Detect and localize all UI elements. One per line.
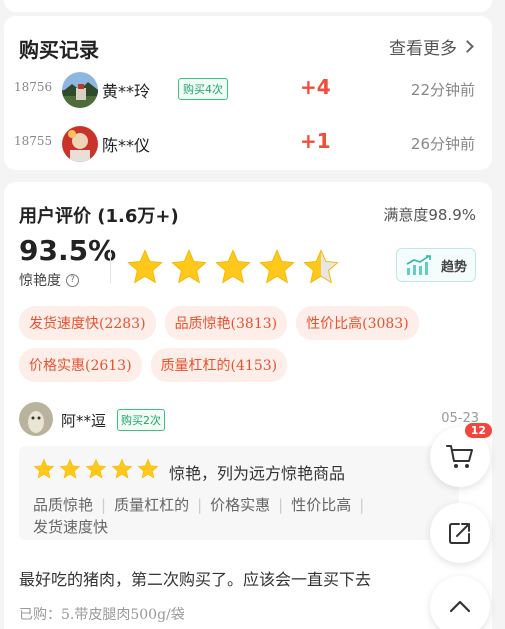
purchased-variant: 已购：5.带皮腿肉500g/袋 <box>19 607 185 623</box>
purchase-number: 18756 <box>14 80 53 94</box>
help-icon[interactable]: ? <box>66 273 79 287</box>
top-card-fragment <box>4 0 492 12</box>
review-text: 最好吃的猪肉，第二次购买了。应该会一直买下去 <box>19 570 372 589</box>
review-tag[interactable]: 品质惊艳(3813) <box>164 306 288 340</box>
review-headline: 惊艳，列为远方惊艳商品 <box>169 464 346 483</box>
user-reviews-card: 用户评价 (1.6万+) 满意度98.9% 93.5% 惊艳度 ? 趋势 发货速… <box>4 182 492 629</box>
purchase-quantity: +4 <box>300 75 331 99</box>
divider <box>110 248 111 284</box>
cart-button[interactable]: 12 <box>430 423 492 487</box>
back-to-top-button[interactable] <box>430 576 490 629</box>
shopping-cart-icon <box>446 445 473 468</box>
star-icon <box>137 458 159 479</box>
review-summary-box: 惊艳，列为远方惊艳商品 品质惊艳 | 质量杠杠的 | 价格实惠 | 性价比高 | 发货速度快 <box>19 446 459 540</box>
star-icon <box>215 249 251 284</box>
star-icon <box>111 458 133 479</box>
trend-label: 趋势 <box>440 259 467 275</box>
purchase-count-badge: 购买2次 <box>117 409 165 431</box>
aspect-item: 发货速度快 <box>33 518 109 536</box>
purchase-count-badge: 购买4次 <box>178 78 228 100</box>
avatar <box>62 126 98 162</box>
amazement-label: 惊艳度 <box>19 273 61 289</box>
chevron-up-icon <box>449 600 471 613</box>
share-icon <box>449 523 470 544</box>
reviewer-row: 阿**逗 购买2次 05-23 <box>19 402 479 438</box>
purchase-row: 18756 黄**玲 购买4次 +4 22分钟前 <box>4 70 492 110</box>
trend-chart-icon <box>406 255 431 275</box>
rating-stars <box>126 248 340 286</box>
view-more-label: 查看更多 <box>389 39 457 59</box>
purchase-quantity: +1 <box>300 129 331 153</box>
purchase-time: 26分钟前 <box>410 135 475 153</box>
view-more-link[interactable]: 查看更多 <box>389 34 474 59</box>
review-aspects: 品质惊艳 | 质量杠杠的 | 价格实惠 | 性价比高 | 发货速度快 <box>33 496 365 536</box>
trend-button[interactable]: 趋势 <box>396 248 476 282</box>
reviewer-name: 阿**逗 <box>61 412 107 430</box>
purchase-row: 18755 陈**仪 +1 26分钟前 <box>4 124 492 164</box>
purchase-records-card: 购买记录 查看更多 18756 黄**玲 购买4次 +4 22分钟前 18755 <box>4 16 492 170</box>
purchase-records-title: 购买记录 <box>19 38 99 62</box>
buyer-name: 陈**仪 <box>102 136 151 155</box>
review-stars <box>33 458 159 480</box>
reviews-title: 用户评价 (1.6万+) <box>19 206 179 227</box>
chevron-right-icon <box>461 40 474 53</box>
avatar <box>62 72 98 108</box>
amazement-percent: 93.5% <box>19 234 117 267</box>
review-tag[interactable]: 价格实惠(2613) <box>19 348 142 382</box>
buyer-name: 黄**玲 <box>102 82 151 101</box>
satisfaction-rate: 满意度98.9% <box>383 206 476 224</box>
review-tags: 发货速度快(2283) 品质惊艳(3813) 性价比高(3083) 价格实惠(2… <box>19 306 479 382</box>
star-icon <box>259 249 295 284</box>
aspect-item: 价格实惠 <box>210 496 271 514</box>
aspect-item: 质量杠杠的 <box>114 496 190 514</box>
purchase-number: 18755 <box>14 134 53 148</box>
review-tag[interactable]: 性价比高(3083) <box>296 306 419 340</box>
star-icon <box>127 249 163 284</box>
amazement-label-group: 惊艳度 ? <box>19 270 79 290</box>
review-tag[interactable]: 发货速度快(2283) <box>19 306 156 340</box>
star-icon <box>303 249 339 284</box>
avatar <box>19 402 53 436</box>
star-icon <box>59 458 81 479</box>
review-tag[interactable]: 质量杠杠的(4153) <box>150 348 288 382</box>
star-icon <box>85 458 107 479</box>
aspect-item: 品质惊艳 <box>33 496 94 514</box>
star-icon <box>171 249 207 284</box>
aspect-item: 性价比高 <box>291 496 352 514</box>
purchase-time: 22分钟前 <box>410 81 475 99</box>
share-button[interactable] <box>430 503 490 563</box>
star-icon <box>33 458 55 479</box>
cart-count-badge: 12 <box>464 423 492 438</box>
